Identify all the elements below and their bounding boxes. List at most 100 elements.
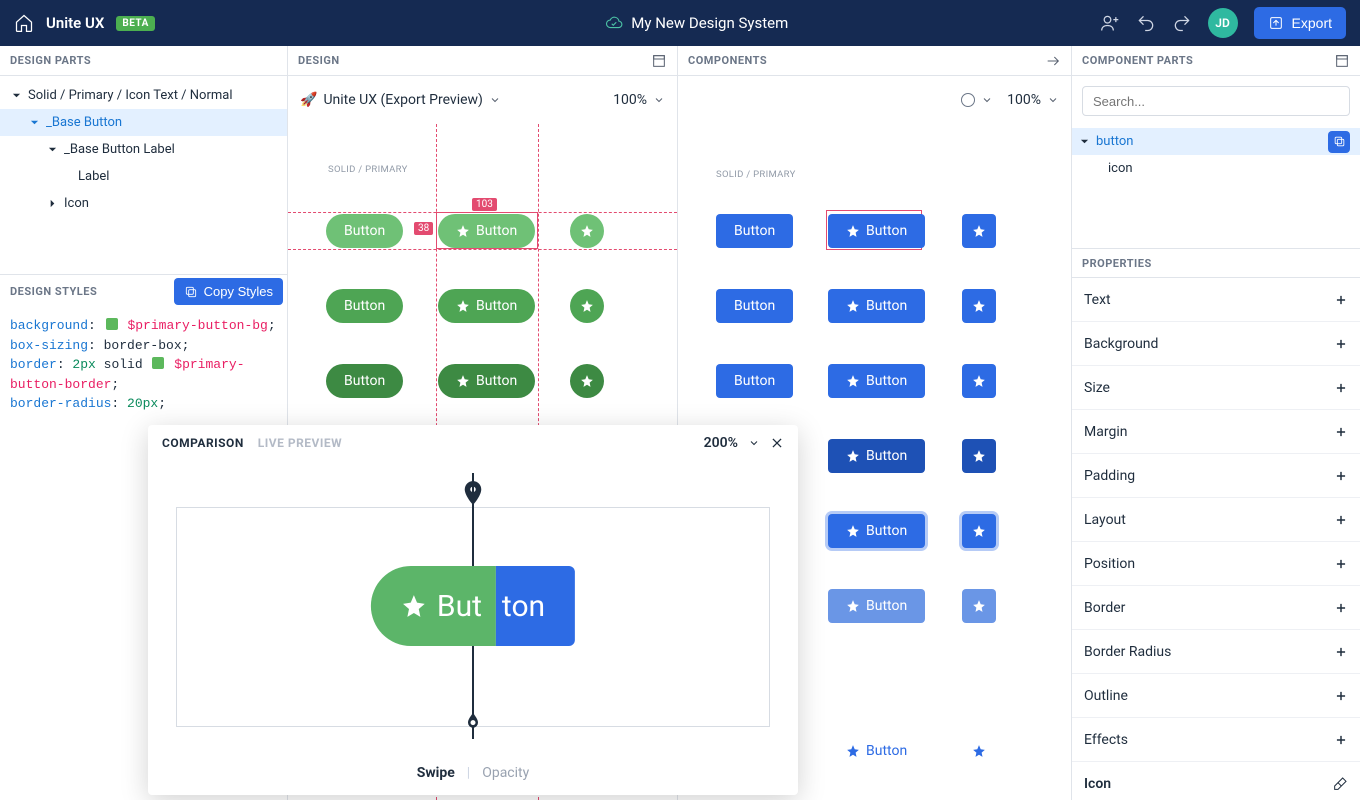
property-margin[interactable]: Margin	[1072, 410, 1360, 454]
property-icon[interactable]: Icon	[1072, 762, 1360, 800]
eraser-icon	[1332, 776, 1348, 792]
components-zoom[interactable]: 100%	[1007, 92, 1059, 108]
component-button-icon	[962, 589, 996, 623]
tree-base-button-label-text: _Base Button Label	[64, 142, 175, 157]
search	[1082, 86, 1350, 116]
star-icon	[846, 599, 860, 613]
design-styles-title: DESIGN STYLES	[10, 285, 97, 298]
search-input[interactable]	[1082, 86, 1350, 116]
chevron-down-icon	[653, 94, 665, 106]
pin-bottom-icon[interactable]	[463, 709, 483, 733]
comparison-foot: Swipe | Opacity	[148, 751, 798, 795]
guide-horizontal	[288, 249, 677, 250]
components-theme-selector[interactable]	[961, 93, 993, 107]
star-icon	[456, 299, 470, 313]
close-icon[interactable]	[770, 436, 784, 450]
plus-icon	[1334, 601, 1348, 615]
tree-label[interactable]: Label	[0, 163, 287, 190]
comparison-tabs: COMPARISON LIVE PREVIEW	[162, 436, 342, 450]
app-title: Unite UX	[46, 14, 104, 32]
comparison-body[interactable]: But ton	[148, 461, 798, 751]
design-header: DESIGN	[288, 46, 677, 76]
caret-down-icon	[1080, 137, 1090, 146]
design-parts-header: DESIGN PARTS	[0, 46, 287, 76]
tab-comparison[interactable]: COMPARISON	[162, 436, 244, 450]
component-button-icon	[962, 289, 996, 323]
property-size[interactable]: Size	[1072, 366, 1360, 410]
expand-panel-icon[interactable]	[651, 53, 667, 69]
component-button: Button	[716, 289, 793, 323]
chevron-down-icon	[489, 94, 501, 106]
tree-root[interactable]: Solid / Primary / Icon Text / Normal	[0, 82, 287, 109]
measurement-top: 103	[472, 198, 497, 211]
tree-base-button[interactable]: _Base Button	[0, 109, 287, 136]
collapse-panel-icon[interactable]	[1045, 53, 1061, 69]
design-zoom[interactable]: 100%	[613, 92, 665, 108]
component-tree-icon[interactable]: icon	[1072, 155, 1360, 182]
property-effects[interactable]: Effects	[1072, 718, 1360, 762]
property-background[interactable]: Background	[1072, 322, 1360, 366]
design-button-icon-text: Button	[438, 289, 535, 323]
copy-styles-label: Copy Styles	[204, 284, 273, 299]
copy-styles-button[interactable]: Copy Styles	[174, 278, 283, 305]
component-tree-button[interactable]: button	[1072, 128, 1360, 155]
property-text[interactable]: Text	[1072, 278, 1360, 322]
home-icon[interactable]	[14, 13, 34, 33]
component-button-icon-text: Button	[828, 364, 925, 398]
topbar-left: Unite UX BETA	[14, 13, 294, 33]
component-button-icon	[962, 439, 996, 473]
plus-icon	[1334, 733, 1348, 747]
separator: |	[467, 765, 470, 781]
add-user-icon[interactable]	[1100, 13, 1120, 33]
design-button-icon	[570, 364, 604, 398]
property-layout[interactable]: Layout	[1072, 498, 1360, 542]
plus-icon	[1334, 337, 1348, 351]
expand-panel-icon[interactable]	[1334, 53, 1350, 69]
component-button-icon	[962, 364, 996, 398]
star-icon	[972, 744, 986, 758]
tree-base-button-label[interactable]: _Base Button Label	[0, 136, 287, 163]
star-icon	[972, 599, 986, 613]
component-button-icon	[962, 214, 996, 248]
component-button-ghost-icon	[962, 734, 996, 768]
comparison-head-right: 200%	[704, 435, 784, 451]
project-name: My New Design System	[631, 14, 788, 32]
star-icon	[846, 449, 860, 463]
section-label: SOLID / PRIMARY	[328, 164, 408, 175]
component-button: Button	[716, 364, 793, 398]
property-position[interactable]: Position	[1072, 542, 1360, 586]
guide-horizontal	[288, 212, 677, 213]
component-button-ghost-icon-text: Button	[828, 734, 925, 768]
plus-icon	[1334, 645, 1348, 659]
design-styles-header: DESIGN STYLES Copy Styles	[0, 274, 287, 308]
star-icon	[846, 299, 860, 313]
tab-live-preview[interactable]: LIVE PREVIEW	[258, 436, 342, 450]
properties-header: PROPERTIES	[1072, 248, 1360, 278]
mode-swipe[interactable]: Swipe	[417, 765, 455, 781]
comparison-zoom[interactable]: 200%	[704, 435, 738, 451]
export-button[interactable]: Export	[1254, 7, 1346, 39]
star-icon	[846, 374, 860, 388]
comparison-head: COMPARISON LIVE PREVIEW 200%	[148, 425, 798, 461]
design-button: Button	[326, 289, 403, 323]
right-column: COMPONENT PARTS button icon PROPERTIES T…	[1072, 46, 1360, 800]
property-border[interactable]: Border	[1072, 586, 1360, 630]
tree-root-label: Solid / Primary / Icon Text / Normal	[28, 88, 233, 103]
avatar[interactable]: JD	[1208, 8, 1238, 38]
chevron-down-icon[interactable]	[748, 437, 760, 449]
star-icon	[580, 374, 594, 388]
property-border-radius[interactable]: Border Radius	[1072, 630, 1360, 674]
redo-icon[interactable]	[1172, 13, 1192, 33]
property-outline[interactable]: Outline	[1072, 674, 1360, 718]
property-padding[interactable]: Padding	[1072, 454, 1360, 498]
linked-icon[interactable]	[1328, 131, 1350, 153]
design-button-icon	[570, 214, 604, 248]
plus-icon	[1334, 293, 1348, 307]
cloud-icon	[605, 14, 623, 32]
export-label: Export	[1292, 15, 1332, 31]
design-file-selector[interactable]: 🚀 Unite UX (Export Preview)	[300, 92, 501, 108]
component-tree-icon-label: icon	[1108, 161, 1133, 176]
undo-icon[interactable]	[1136, 13, 1156, 33]
tree-icon[interactable]: Icon	[0, 190, 287, 217]
mode-opacity[interactable]: Opacity	[482, 765, 529, 781]
